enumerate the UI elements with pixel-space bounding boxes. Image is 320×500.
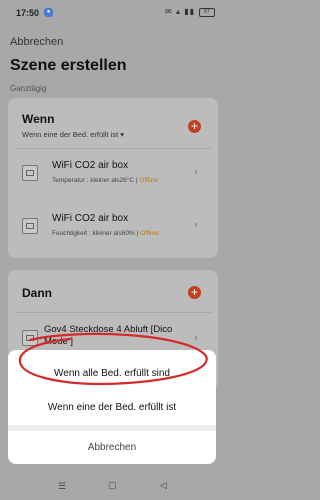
signal-wifi-icons: ✉ ▴ ▮▮ xyxy=(165,7,195,16)
system-nav-bar: ☰ ▢ ◁ xyxy=(0,476,225,500)
chevron-right-icon: › xyxy=(194,219,198,231)
highlight-annotation xyxy=(18,332,208,386)
divider xyxy=(16,312,212,313)
schedule-label[interactable]: Ganztägig xyxy=(10,84,46,93)
condition-description: Feuchtigkeit : kleiner als60% | Offline xyxy=(52,230,159,237)
add-condition-button[interactable]: + xyxy=(188,120,201,133)
caret-down-icon: ▾ xyxy=(120,130,125,139)
sheet-cancel-button[interactable]: Abbrechen xyxy=(8,442,216,453)
condition-detail: Temperatur : kleiner als26°C | xyxy=(52,177,140,184)
condition-mode-selector[interactable]: Wenn eine der Bed. erfüllt ist ▾ xyxy=(22,130,124,139)
section-title-wenn: Wenn xyxy=(22,112,55,126)
notification-icon: ● xyxy=(44,8,53,17)
condition-detail: Feuchtigkeit : kleiner als60% | xyxy=(52,230,141,237)
chevron-right-icon: › xyxy=(194,166,198,178)
option-any-condition[interactable]: Wenn eine der Bed. erfüllt ist xyxy=(8,402,216,413)
sheet-separator xyxy=(8,425,216,431)
back-icon[interactable]: ◁ xyxy=(160,480,167,491)
add-action-button[interactable]: + xyxy=(188,286,201,299)
battery-icon: 67 xyxy=(199,8,215,17)
menu-icon[interactable]: ☰ xyxy=(58,481,66,492)
condition-row[interactable]: WiFi CO2 air box Temperatur : kleiner al… xyxy=(8,150,218,196)
page-title: Szene erstellen xyxy=(10,57,127,74)
offline-badge: Offline xyxy=(140,230,159,237)
condition-row[interactable]: WiFi CO2 air box Feuchtigkeit : kleiner … xyxy=(8,203,218,249)
offline-badge: Offline xyxy=(139,177,159,184)
device-icon xyxy=(22,165,38,181)
divider xyxy=(16,148,212,149)
condition-device-name: WiFi CO2 air box xyxy=(52,160,129,171)
condition-mode-label: Wenn eine der Bed. erfüllt ist xyxy=(22,130,119,139)
conditions-card: Wenn Wenn eine der Bed. erfüllt ist ▾ + … xyxy=(8,98,218,258)
cancel-link[interactable]: Abbrechen xyxy=(10,36,63,48)
condition-device-name: WiFi CO2 air box xyxy=(52,213,129,224)
device-icon xyxy=(22,218,38,234)
condition-description: Temperatur : kleiner als26°C | Offline xyxy=(52,177,158,184)
section-title-dann: Dann xyxy=(22,286,52,300)
status-time: 17:50 xyxy=(16,8,40,18)
home-icon[interactable]: ▢ xyxy=(108,480,117,491)
